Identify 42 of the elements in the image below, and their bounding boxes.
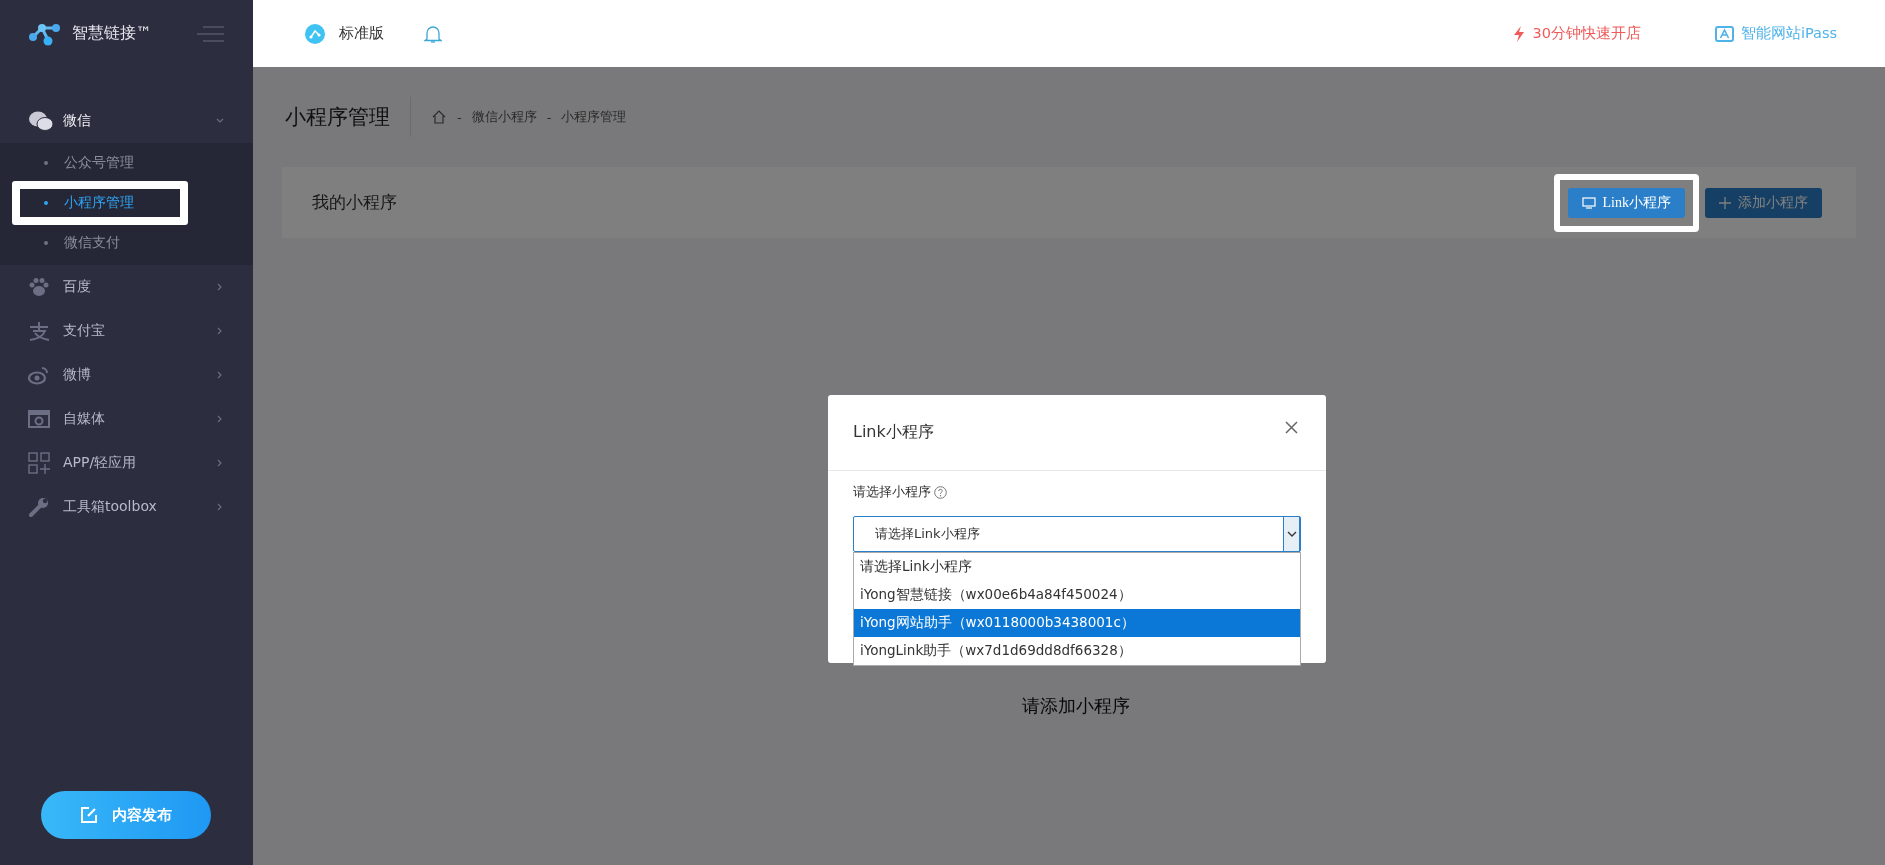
- menu-item[interactable]: 百度: [0, 265, 253, 309]
- plus-icon: [1719, 196, 1731, 209]
- edit-icon: [80, 806, 98, 824]
- portrait-icon: [1714, 25, 1734, 42]
- chevron-down-icon: [1286, 530, 1297, 538]
- link-button[interactable]: Link小程序: [1567, 187, 1685, 218]
- breadcrumb-separator: -: [457, 109, 462, 125]
- dropdown-option[interactable]: iYongLink助手（wx7d1d69dd8df66328）: [854, 637, 1300, 665]
- empty-message: 请添加小程序: [1021, 694, 1131, 718]
- menu-item[interactable]: APP/轻应用: [0, 441, 253, 485]
- menu-item[interactable]: 自媒体: [0, 397, 253, 441]
- dialog-title: Link小程序: [853, 422, 934, 443]
- wrench-icon: [28, 496, 50, 518]
- bell-icon[interactable]: [424, 23, 442, 44]
- weibo-icon: [28, 365, 50, 385]
- logo-text: 智慧链接™: [72, 23, 153, 44]
- monitor-icon: [1581, 196, 1596, 209]
- apps-icon: [28, 452, 50, 474]
- menu-item[interactable]: 微信: [0, 99, 253, 143]
- close-icon[interactable]: [1285, 421, 1298, 434]
- home-icon[interactable]: [431, 109, 447, 125]
- card-title: 我的小程序: [312, 191, 397, 214]
- breadcrumb-separator: -: [546, 109, 552, 125]
- logo-icon: [28, 21, 62, 46]
- page-title: 小程序管理: [285, 104, 390, 131]
- chat-icon: [28, 110, 54, 132]
- edition-icon: [305, 23, 325, 44]
- dropdown-option[interactable]: 请选择Link小程序: [854, 553, 1300, 581]
- field-label: 请选择小程序: [853, 483, 931, 501]
- edition-label: 标准版: [339, 24, 384, 43]
- select-field[interactable]: 请选择Link小程序: [853, 516, 1301, 552]
- dropdown-option[interactable]: iYong智慧链接（wx00e6b4a84f450024）: [854, 581, 1300, 609]
- dropdown-option[interactable]: iYong网站助手（wx0118000b3438001c）: [854, 609, 1300, 637]
- paw-icon: [28, 277, 50, 297]
- menu-item[interactable]: 微博: [0, 353, 253, 397]
- pay-icon: [28, 321, 50, 341]
- lightning-icon: [1513, 25, 1526, 42]
- submenu-item[interactable]: 小程序管理: [12, 181, 188, 225]
- camera-icon: [28, 409, 50, 429]
- help-icon[interactable]: [934, 485, 947, 499]
- menu-item[interactable]: 支付宝: [0, 309, 253, 353]
- menu-item[interactable]: 工具箱toolbox: [0, 485, 253, 529]
